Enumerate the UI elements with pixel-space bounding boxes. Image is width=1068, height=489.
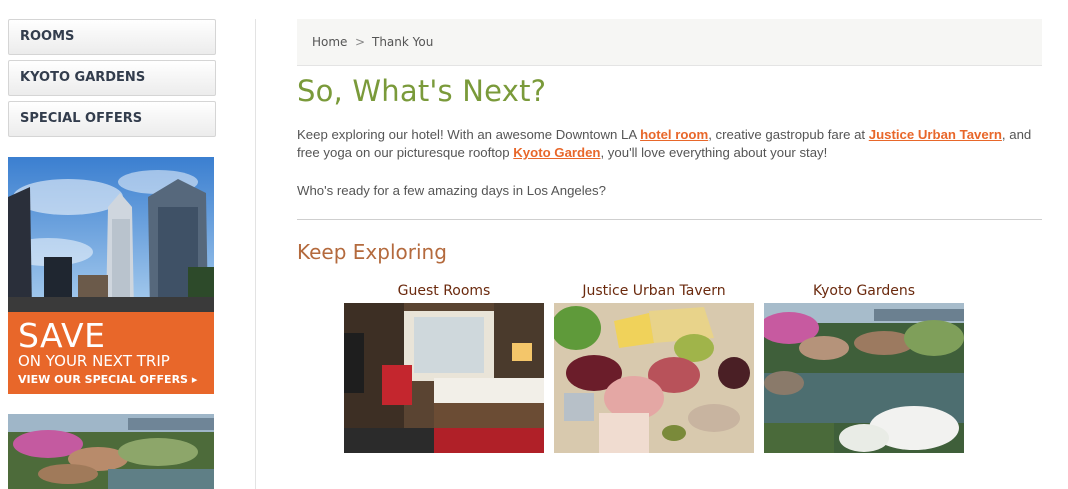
city-skyline-image — [8, 157, 214, 312]
kyoto-gardens-card[interactable]: Kyoto Gardens — [764, 282, 964, 453]
garden-promo-image[interactable] — [8, 414, 214, 489]
intro-text-1: Keep exploring our hotel! With an awesom… — [297, 127, 641, 142]
nav-rooms-button[interactable]: ROOMS — [8, 19, 216, 55]
column-divider — [255, 19, 256, 489]
hotel-room-link[interactable]: hotel room — [640, 127, 708, 142]
section-divider — [297, 219, 1042, 220]
card-title[interactable]: Guest Rooms — [344, 282, 544, 303]
guest-room-image — [344, 303, 544, 453]
breadcrumb-separator: > — [355, 35, 366, 49]
question-text: Who's ready for a few amazing days in Lo… — [297, 183, 606, 198]
justice-urban-tavern-card[interactable]: Justice Urban Tavern — [554, 282, 754, 453]
kyoto-garden-link[interactable]: Kyoto Garden — [513, 145, 600, 160]
promo-band: SAVE ON YOUR NEXT TRIP VIEW OUR SPECIAL … — [8, 312, 214, 394]
card-title[interactable]: Kyoto Gardens — [764, 282, 964, 303]
intro-paragraph: Keep exploring our hotel! With an awesom… — [297, 126, 1042, 162]
breadcrumb-current: Thank You — [372, 35, 434, 49]
promo-subline: ON YOUR NEXT TRIP — [18, 352, 170, 370]
sidebar-nav: ROOMS KYOTO GARDENS SPECIAL OFFERS — [8, 19, 216, 142]
promo-cta-link[interactable]: VIEW OUR SPECIAL OFFERS ▸ — [18, 373, 197, 386]
promo-cta-label: VIEW OUR SPECIAL OFFERS — [18, 373, 188, 386]
justice-urban-tavern-link[interactable]: Justice Urban Tavern — [869, 127, 1002, 142]
breadcrumb-home-link[interactable]: Home — [312, 35, 347, 49]
caret-right-icon: ▸ — [191, 373, 198, 386]
page-title: So, What's Next? — [297, 74, 547, 108]
keep-exploring-heading: Keep Exploring — [297, 240, 447, 264]
charcuterie-board-image — [554, 303, 754, 453]
nav-kyoto-gardens-button[interactable]: KYOTO GARDENS — [8, 60, 216, 96]
card-title[interactable]: Justice Urban Tavern — [554, 282, 754, 303]
intro-text-4: , you'll love everything about your stay… — [600, 145, 828, 160]
special-offers-promo-banner[interactable]: SAVE ON YOUR NEXT TRIP VIEW OUR SPECIAL … — [8, 157, 214, 394]
guest-rooms-card[interactable]: Guest Rooms — [344, 282, 544, 453]
breadcrumb: Home > Thank You — [297, 19, 1042, 66]
nav-special-offers-button[interactable]: SPECIAL OFFERS — [8, 101, 216, 137]
kyoto-garden-image — [764, 303, 964, 453]
intro-text-2: , creative gastropub fare at — [708, 127, 869, 142]
garden-thumbnail — [8, 414, 214, 489]
promo-headline: SAVE — [18, 316, 106, 355]
